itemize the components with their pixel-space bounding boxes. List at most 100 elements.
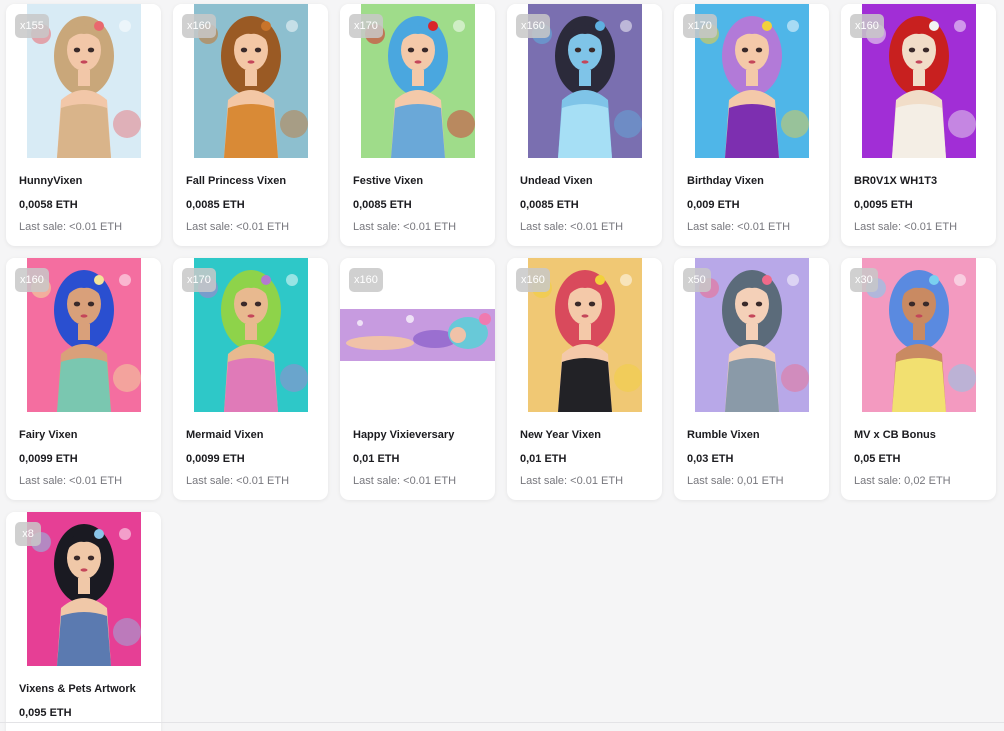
- last-sale-value: <0.01 ETH: [403, 221, 457, 233]
- item-last-sale: Last sale: <0.01 ETH: [687, 221, 790, 233]
- last-sale-value: <0.01 ETH: [904, 221, 958, 233]
- item-card[interactable]: x8 Vixens & Pets Artwork 0,095 ETH: [6, 512, 161, 731]
- last-sale-label: Last sale:: [687, 475, 738, 487]
- edition-count-badge: x160: [349, 268, 383, 292]
- item-thumbnail[interactable]: x160: [6, 258, 161, 412]
- item-card[interactable]: x155 HunnyVixen 0,0058 ETH Last sale: <0…: [6, 4, 161, 246]
- item-name[interactable]: Happy Vixieversary: [353, 429, 454, 441]
- item-last-sale: Last sale: 0,02 ETH: [854, 475, 951, 487]
- item-card[interactable]: x170 Mermaid Vixen 0,0099 ETH Last sale:…: [173, 258, 328, 500]
- item-name[interactable]: MV x CB Bonus: [854, 429, 936, 441]
- item-last-sale: Last sale: <0.01 ETH: [186, 221, 289, 233]
- item-last-sale: Last sale: <0.01 ETH: [520, 221, 623, 233]
- item-card[interactable]: x170 Festive Vixen 0,0085 ETH Last sale:…: [340, 4, 495, 246]
- edition-count-badge: x155: [15, 14, 49, 38]
- last-sale-value: <0.01 ETH: [236, 221, 290, 233]
- item-thumbnail[interactable]: x170: [173, 258, 328, 412]
- item-card[interactable]: x160 Undead Vixen 0,0085 ETH Last sale: …: [507, 4, 662, 246]
- item-thumbnail[interactable]: x160: [507, 258, 662, 412]
- edition-count-badge: x30: [850, 268, 878, 292]
- last-sale-label: Last sale:: [854, 221, 905, 233]
- last-sale-value: 0,02 ETH: [904, 475, 951, 487]
- item-price: 0,05 ETH: [854, 453, 901, 465]
- edition-count-badge: x160: [182, 14, 216, 38]
- item-name[interactable]: Undead Vixen: [520, 175, 593, 187]
- item-card[interactable]: x160 BR0V1X WH1T3 0,0095 ETH Last sale: …: [841, 4, 996, 246]
- item-price: 0,0099 ETH: [186, 453, 245, 465]
- last-sale-value: <0.01 ETH: [570, 221, 624, 233]
- item-card[interactable]: x160 Happy Vixieversary 0,01 ETH Last sa…: [340, 258, 495, 500]
- item-thumbnail[interactable]: x160: [841, 4, 996, 158]
- item-last-sale: Last sale: <0.01 ETH: [520, 475, 623, 487]
- item-name[interactable]: Fall Princess Vixen: [186, 175, 286, 187]
- item-price: 0,0058 ETH: [19, 199, 78, 211]
- item-card[interactable]: x160 Fall Princess Vixen 0,0085 ETH Last…: [173, 4, 328, 246]
- item-price: 0,01 ETH: [520, 453, 567, 465]
- item-price: 0,0099 ETH: [19, 453, 78, 465]
- item-thumbnail[interactable]: x8: [6, 512, 161, 666]
- item-card[interactable]: x170 Birthday Vixen 0,009 ETH Last sale:…: [674, 4, 829, 246]
- item-thumbnail[interactable]: x170: [674, 4, 829, 158]
- item-name[interactable]: BR0V1X WH1T3: [854, 175, 937, 187]
- item-thumbnail[interactable]: x155: [6, 4, 161, 158]
- item-price: 0,0085 ETH: [186, 199, 245, 211]
- last-sale-label: Last sale:: [687, 221, 738, 233]
- edition-count-badge: x170: [349, 14, 383, 38]
- last-sale-label: Last sale:: [353, 221, 404, 233]
- item-card[interactable]: x160 New Year Vixen 0,01 ETH Last sale: …: [507, 258, 662, 500]
- item-thumbnail[interactable]: x160: [340, 258, 495, 412]
- item-name[interactable]: Mermaid Vixen: [186, 429, 263, 441]
- last-sale-label: Last sale:: [520, 221, 571, 233]
- edition-count-badge: x50: [683, 268, 711, 292]
- item-artwork: [861, 258, 976, 412]
- item-name[interactable]: New Year Vixen: [520, 429, 601, 441]
- edition-count-badge: x160: [516, 14, 550, 38]
- last-sale-value: <0.01 ETH: [69, 221, 123, 233]
- item-last-sale: Last sale: <0.01 ETH: [854, 221, 957, 233]
- item-thumbnail[interactable]: x170: [340, 4, 495, 158]
- last-sale-value: <0.01 ETH: [403, 475, 457, 487]
- item-name[interactable]: Vixens & Pets Artwork: [19, 683, 136, 695]
- item-artwork: [340, 309, 495, 361]
- last-sale-value: <0.01 ETH: [69, 475, 123, 487]
- edition-count-badge: x160: [15, 268, 49, 292]
- last-sale-value: 0,01 ETH: [737, 475, 784, 487]
- item-name[interactable]: Birthday Vixen: [687, 175, 764, 187]
- item-card[interactable]: x50 Rumble Vixen 0,03 ETH Last sale: 0,0…: [674, 258, 829, 500]
- item-card[interactable]: x160 Fairy Vixen 0,0099 ETH Last sale: <…: [6, 258, 161, 500]
- item-price: 0,03 ETH: [687, 453, 734, 465]
- item-last-sale: Last sale: <0.01 ETH: [353, 475, 456, 487]
- item-name[interactable]: Rumble Vixen: [687, 429, 760, 441]
- item-last-sale: Last sale: <0.01 ETH: [353, 221, 456, 233]
- last-sale-value: <0.01 ETH: [236, 475, 290, 487]
- item-price: 0,01 ETH: [353, 453, 400, 465]
- item-card[interactable]: x30 MV x CB Bonus 0,05 ETH Last sale: 0,…: [841, 258, 996, 500]
- item-name[interactable]: Festive Vixen: [353, 175, 423, 187]
- edition-count-badge: x170: [182, 268, 216, 292]
- edition-count-badge: x160: [516, 268, 550, 292]
- item-name[interactable]: HunnyVixen: [19, 175, 82, 187]
- item-thumbnail[interactable]: x160: [507, 4, 662, 158]
- item-artwork: [694, 258, 809, 412]
- item-last-sale: Last sale: <0.01 ETH: [186, 475, 289, 487]
- item-thumbnail[interactable]: x160: [173, 4, 328, 158]
- item-price: 0,095 ETH: [19, 707, 72, 719]
- item-price: 0,0095 ETH: [854, 199, 913, 211]
- edition-count-badge: x8: [15, 522, 41, 546]
- item-price: 0,009 ETH: [687, 199, 740, 211]
- item-thumbnail[interactable]: x30: [841, 258, 996, 412]
- item-price: 0,0085 ETH: [520, 199, 579, 211]
- item-thumbnail[interactable]: x50: [674, 258, 829, 412]
- item-last-sale: Last sale: <0.01 ETH: [19, 221, 122, 233]
- edition-count-badge: x160: [850, 14, 884, 38]
- item-price: 0,0085 ETH: [353, 199, 412, 211]
- last-sale-label: Last sale:: [353, 475, 404, 487]
- edition-count-badge: x170: [683, 14, 717, 38]
- last-sale-label: Last sale:: [520, 475, 571, 487]
- last-sale-label: Last sale:: [186, 475, 237, 487]
- last-sale-label: Last sale:: [19, 221, 70, 233]
- last-sale-value: <0.01 ETH: [737, 221, 791, 233]
- last-sale-label: Last sale:: [19, 475, 70, 487]
- last-sale-label: Last sale:: [186, 221, 237, 233]
- item-name[interactable]: Fairy Vixen: [19, 429, 78, 441]
